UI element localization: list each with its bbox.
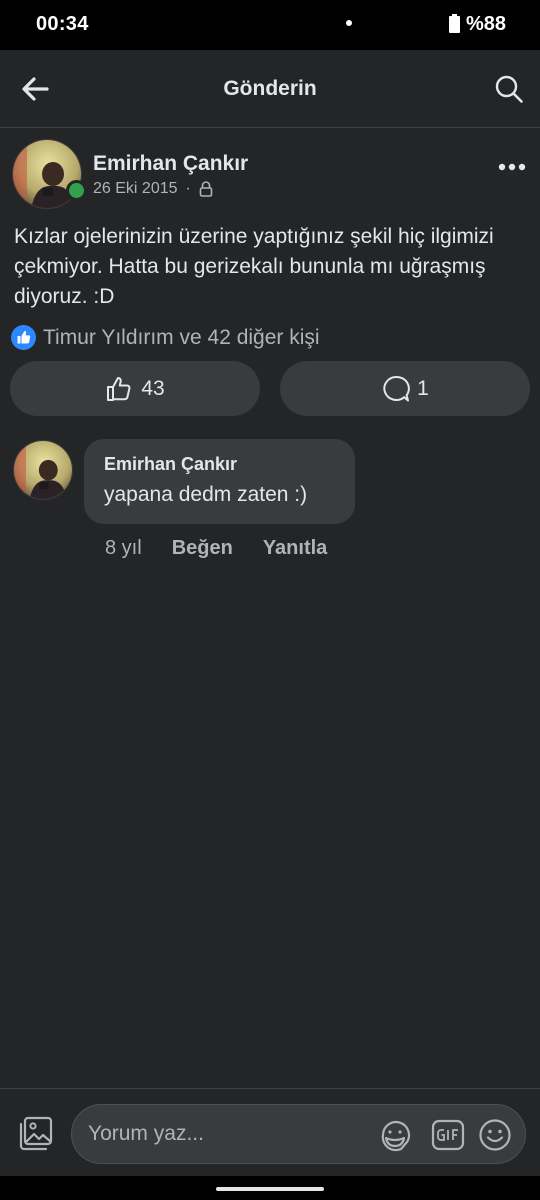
status-time: 00:34 [36, 13, 89, 35]
comment-input[interactable]: Yorum yaz... [71, 1104, 526, 1164]
post-author-name[interactable]: Emirhan Çankır [93, 152, 248, 176]
home-indicator[interactable] [216, 1187, 324, 1191]
comment-author-name[interactable]: Emirhan Çankır [104, 454, 237, 475]
gif-icon[interactable] [431, 1119, 465, 1151]
post-text: Kızlar ojelerinizin üzerine yaptığınız ş… [14, 225, 494, 308]
like-button[interactable]: 43 [10, 361, 260, 416]
like-reaction-icon [11, 325, 36, 350]
search-icon[interactable] [494, 74, 524, 104]
lock-icon [199, 181, 213, 197]
comment-reply-button[interactable]: Yanıtla [263, 537, 327, 560]
page-title: Gönderin [223, 77, 317, 100]
comment-button[interactable]: 1 [280, 361, 530, 416]
comment-actions: 8 yıl Beğen Yanıtla [105, 537, 327, 560]
comment-bubble[interactable]: Emirhan Çankır yapana dedm zaten :) [84, 439, 355, 524]
battery-icon [449, 14, 460, 33]
comment-text: yapana dedm zaten :) [104, 483, 308, 506]
online-status-icon [66, 180, 87, 201]
comment-like-button[interactable]: Beğen [172, 537, 233, 560]
post-date[interactable]: 26 Eki 2015 [93, 180, 178, 198]
sticker-icon[interactable] [377, 1117, 413, 1153]
comment-input-placeholder: Yorum yaz... [88, 1122, 204, 1145]
emoji-icon[interactable] [478, 1118, 512, 1152]
avatar-photo [14, 441, 72, 499]
reactions-summary[interactable]: Timur Yıldırım ve 42 diğer kişi [11, 325, 320, 350]
comment-author-avatar[interactable] [13, 440, 73, 500]
battery-level: %88 [466, 13, 507, 35]
reactions-text: Timur Yıldırım ve 42 diğer kişi [43, 325, 320, 349]
comment-composer: Yorum yaz... [0, 1088, 540, 1176]
photo-icon[interactable] [17, 1116, 53, 1152]
more-icon[interactable] [496, 161, 528, 173]
status-bar: 00:34 %88 [0, 0, 540, 50]
system-nav-bar [0, 1176, 540, 1200]
comment-count: 1 [417, 376, 429, 400]
thumbs-up-icon [107, 376, 131, 401]
app-header: Gönderin [0, 50, 540, 128]
like-count: 43 [141, 376, 165, 400]
post-meta: 26 Eki 2015 · [93, 180, 213, 198]
meta-separator: · [185, 180, 191, 197]
comment-icon [383, 375, 411, 401]
notification-dot-icon [346, 20, 352, 26]
comment-time: 8 yıl [105, 537, 142, 559]
